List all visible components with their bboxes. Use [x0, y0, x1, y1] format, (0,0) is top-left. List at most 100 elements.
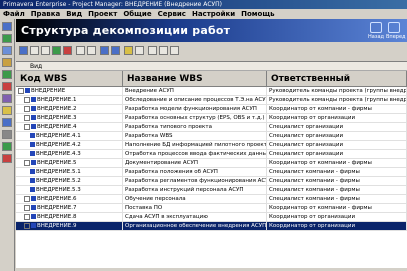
wbs-code: ВНЕДРЕНИЕ.5 [37, 160, 77, 166]
menu-item-3[interactable]: Проект [85, 9, 120, 19]
page-title: Структура декомпозиции работ [21, 24, 231, 37]
expand-toggle-icon[interactable] [24, 204, 30, 211]
activities-icon[interactable] [2, 46, 12, 55]
issues-icon[interactable] [2, 82, 12, 91]
wbs-owner: Координатор от компании - фирмы [267, 204, 407, 213]
wbs-name: Разработка регламентов функционирования … [125, 177, 267, 186]
expand-toggle-icon[interactable] [24, 96, 30, 103]
menu-item-2[interactable]: Вид [63, 9, 85, 19]
projects-icon[interactable] [2, 22, 12, 31]
outdent-icon[interactable] [111, 46, 120, 55]
expand-toggle-icon[interactable] [24, 222, 30, 229]
table-row[interactable]: ВНЕДРЕНИЕ.5.2 Разработка регламентов функ… [16, 177, 407, 186]
thresholds-icon[interactable] [2, 142, 12, 151]
table-row[interactable]: ВНЕДРЕНИЕ.9 Организационное обеспечение в… [16, 222, 407, 231]
wbs-name: Разработка типового проекта [123, 123, 267, 132]
wbs-owner: Координатор от организации [267, 213, 407, 222]
wbs-name: Разработка положения об АСУП [123, 168, 267, 177]
expand-toggle-icon[interactable] [24, 195, 30, 202]
table-row[interactable]: ВНЕДРЕНИЕ.7 Поставка ПО Координатор от ком… [16, 204, 407, 213]
wbs-node-icon [30, 187, 35, 192]
column-header-name[interactable]: Название WBS [123, 71, 267, 87]
wbs-node-icon [30, 133, 35, 138]
print-icon[interactable] [124, 46, 133, 55]
table-row[interactable]: ВНЕДРЕНИЕ.5 Документирование АСУП Координа… [16, 159, 407, 168]
wbs-icon[interactable] [2, 34, 12, 43]
expand-toggle-icon[interactable] [24, 123, 30, 130]
table-row[interactable]: ВНЕДРЕНИЕ.4.3 Отработка процессов ввода ф… [16, 150, 407, 159]
sort-icon[interactable] [159, 46, 168, 55]
forward-button[interactable]: Вперед [386, 22, 405, 40]
wbs-owner: Специалист организации [267, 141, 407, 150]
wbs-code: ВНЕДРЕНИЕ.6 [37, 196, 77, 202]
preview-icon[interactable] [135, 46, 144, 55]
menu-item-0[interactable]: Файл [0, 9, 28, 19]
main-panel: Структура декомпозиции работ Назад Впере… [16, 19, 407, 271]
wbs-name: Разработка WBS [123, 132, 267, 141]
expand-toggle-icon[interactable] [24, 114, 30, 121]
column-header-code[interactable]: Код WBS [16, 71, 123, 87]
filter-icon[interactable] [41, 46, 50, 55]
menu-bar: Файл Правка Вид Проект Общие Сервис Настройки П… [0, 9, 407, 19]
indent-icon[interactable] [100, 46, 109, 55]
wbs-owner: Координатор от организации [267, 114, 407, 123]
wbs-node-icon [31, 124, 36, 129]
menu-item-4[interactable]: Общие [120, 9, 154, 19]
tracking-icon[interactable] [2, 70, 12, 79]
table-row[interactable]: ВНЕДРЕНИЕ.5.3 Разработка инструкций персо… [16, 186, 407, 195]
copy-icon[interactable] [76, 46, 85, 55]
table-row[interactable]: ВНЕДРЕНИЕ.2 Разработка модели функциониро… [16, 105, 407, 114]
expand-toggle-icon[interactable] [24, 105, 30, 112]
paste-icon[interactable] [87, 46, 96, 55]
table-row[interactable]: ВНЕДРЕНИЕ.8 Сдача АСУП в эксплуатацию Коор… [16, 213, 407, 222]
menu-item-7[interactable]: Помощь [238, 9, 277, 19]
expand-toggle-icon[interactable] [18, 87, 24, 94]
table-row[interactable]: ВНЕДРЕНИЕ.4.2 Наполнение БД информацией п… [16, 141, 407, 150]
wbs-code: ВНЕДРЕНИЕ.2 [37, 106, 77, 112]
wbs-name: Наполнение БД информацией пилотного прое… [125, 141, 267, 150]
table-row[interactable]: ВНЕДРЕНИЕ.4 Разработка типового проекта Сп… [16, 123, 407, 132]
table-row[interactable]: ВНЕДРЕНИЕ Внедрение АСУП Руководитель кома… [16, 87, 407, 96]
layout-icon[interactable] [30, 46, 39, 55]
back-button[interactable]: Назад [368, 22, 384, 40]
cell-code: ВНЕДРЕНИЕ.5.3 [16, 186, 123, 195]
add-icon[interactable] [52, 46, 61, 55]
wbs-owner: Специалист компании - фирмы [267, 177, 407, 186]
table-row[interactable]: ВНЕДРЕНИЕ.1 Обследование и описание проце… [16, 96, 407, 105]
cell-code: ВНЕДРЕНИЕ.4.3 [16, 150, 123, 159]
expand-icon[interactable] [19, 46, 28, 55]
resources-icon[interactable] [2, 58, 12, 67]
menu-item-6[interactable]: Настройки [189, 9, 238, 19]
wbs-code: ВНЕДРЕНИЕ.5.2 [36, 178, 81, 184]
risks-icon[interactable] [2, 118, 12, 127]
expand-toggle-icon[interactable] [24, 213, 30, 220]
column-header-owner[interactable]: Ответственный [267, 71, 407, 87]
wbs-code: ВНЕДРЕНИЕ.9 [37, 223, 77, 229]
documents-icon[interactable] [2, 106, 12, 115]
columns-icon[interactable] [148, 46, 157, 55]
menu-item-1[interactable]: Правка [28, 9, 64, 19]
table-row[interactable]: ВНЕДРЕНИЕ.3 Разработка основных структур … [16, 114, 407, 123]
wbs-owner: Руководитель команды проекта (группы вне… [269, 96, 407, 105]
cell-code: ВНЕДРЕНИЕ.5 [16, 159, 123, 168]
table-row[interactable]: ВНЕДРЕНИЕ.6 Обучение персонала Специалист … [16, 195, 407, 204]
expand-toggle-icon[interactable] [24, 159, 30, 166]
wbs-node-icon [30, 169, 35, 174]
wbs-node-icon [31, 196, 36, 201]
wbs-owner: Специалист компании - фирмы [267, 186, 407, 195]
table-row[interactable]: ВНЕДРЕНИЕ.4.1 Разработка WBS Специалист ор… [16, 132, 407, 141]
portfolios-icon[interactable] [2, 154, 12, 163]
group-icon[interactable] [170, 46, 179, 55]
reports-icon[interactable] [2, 94, 12, 103]
wbs-node-icon [31, 106, 36, 111]
table-row[interactable]: ВНЕДРЕНИЕ.5.1 Разработка положения об АСУ… [16, 168, 407, 177]
wbs-node-icon [31, 223, 36, 228]
expenses-icon[interactable] [2, 130, 12, 139]
cell-code: ВНЕДРЕНИЕ.5.2 [16, 177, 123, 186]
wbs-owner: Специалист организации [267, 123, 407, 132]
menu-item-5[interactable]: Сервис [155, 9, 189, 19]
wbs-code: ВНЕДРЕНИЕ.4.1 [36, 133, 81, 139]
cell-code: ВНЕДРЕНИЕ.8 [16, 213, 123, 222]
wbs-owner: Координатор от компании - фирмы [267, 105, 407, 114]
delete-icon[interactable] [63, 46, 72, 55]
